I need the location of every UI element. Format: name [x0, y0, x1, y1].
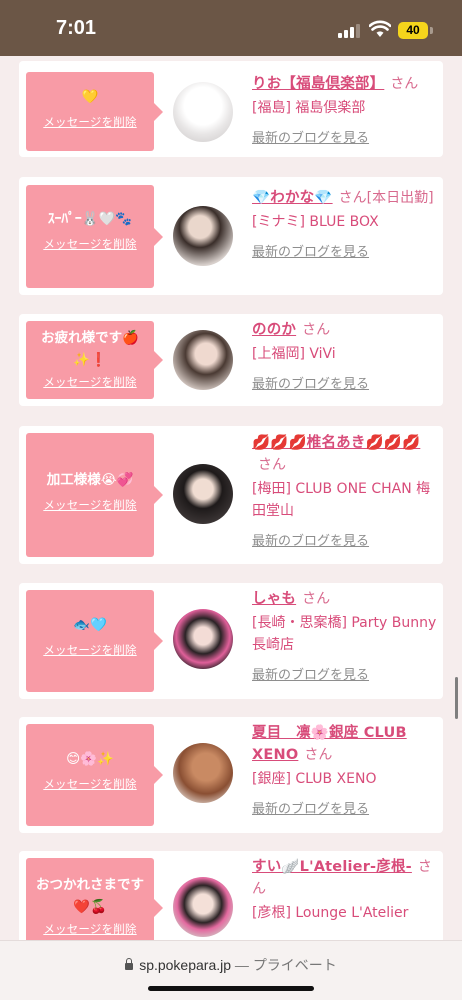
cast-info: ののか さん [上福岡] ViVi 最新のブログを見る [252, 319, 437, 392]
message-text: 😊🌸✨ [66, 751, 114, 767]
lock-icon [125, 958, 134, 970]
shop-name: [ミナミ] BLUE BOX [252, 214, 379, 230]
latest-blog-link[interactable]: 最新のブログを見る [252, 241, 369, 260]
honorific: さん [302, 322, 331, 338]
shop-name: [福島] 福島倶楽部 [252, 100, 366, 116]
shop-name: [彦根] Lounge L'Atelier [252, 905, 409, 921]
latest-blog-link[interactable]: 最新のブログを見る [252, 373, 369, 392]
cast-info: りお【福島倶楽部】 さん [福島] 福島倶楽部 最新のブログを見る [252, 73, 437, 146]
message-bubble: 加工様様😭💞 メッセージを削除 [26, 433, 163, 557]
delete-message-link[interactable]: メッセージを削除 [43, 776, 136, 792]
message-bubble: ｽｰﾊﾟｰ🐰🤍🐾 メッセージを削除 [26, 185, 163, 288]
honorific: さん [302, 591, 331, 607]
status-time: 7:01 [56, 17, 97, 39]
latest-blog-link[interactable]: 最新のブログを見る [252, 798, 369, 817]
cast-name-link[interactable]: すい🪽L'Atelier-彦根- [252, 859, 412, 875]
message-text: おつかれさまです❤️🍒 [36, 877, 144, 915]
cast-name-link[interactable]: りお【福島倶楽部】 [252, 76, 384, 92]
delete-message-link[interactable]: メッセージを削除 [43, 374, 136, 390]
avatar[interactable] [173, 743, 233, 803]
cellular-signal-icon [338, 24, 360, 38]
battery-tip-icon [430, 27, 433, 34]
avatar[interactable] [173, 330, 233, 390]
message-bubble: お疲れ様です🍎✨❗ メッセージを削除 [26, 321, 163, 399]
list-item: 加工様様😭💞 メッセージを削除 💋💋💋椎名あき💋💋💋 さん [梅田] CLUB O… [19, 426, 443, 564]
battery-icon: 40 [398, 22, 428, 39]
browsing-mode: プライベート [252, 957, 337, 973]
cast-info: 夏目 凛🌸銀座 CLUB XENO さん [銀座] CLUB XENO 最新のブロ… [252, 722, 437, 817]
avatar[interactable] [173, 877, 233, 937]
avatar[interactable] [173, 609, 233, 669]
avatar[interactable] [173, 464, 233, 524]
home-indicator[interactable] [148, 986, 314, 991]
latest-blog-link[interactable]: 最新のブログを見る [252, 127, 369, 146]
delete-message-link[interactable]: メッセージを削除 [43, 497, 136, 513]
avatar[interactable] [173, 82, 233, 142]
message-text: 加工様様😭💞 [46, 472, 134, 488]
cast-info: 💎わかな💎 さん[本日出勤] [ミナミ] BLUE BOX 最新のブログを見る [252, 187, 437, 260]
url-separator: — [234, 957, 249, 973]
message-text: 🐟🩵 [73, 617, 107, 633]
honorific: さん [338, 190, 367, 206]
latest-blog-link[interactable]: 最新のブログを見る [252, 530, 369, 549]
cast-info: 💋💋💋椎名あき💋💋💋 さん [梅田] CLUB ONE CHAN 梅田堂山 最新の… [252, 432, 437, 549]
shop-name: [梅田] CLUB ONE CHAN 梅田堂山 [252, 481, 431, 519]
list-item: 🐟🩵 メッセージを削除 しゃも さん [長崎・思案橋] Party Bunny 長… [19, 583, 443, 699]
list-item: 💛 メッセージを削除 りお【福島倶楽部】 さん [福島] 福島倶楽部 最新のブログ… [19, 61, 443, 157]
avatar[interactable] [173, 206, 233, 266]
url-display[interactable]: sp.pokepara.jp — プライベート [0, 955, 462, 975]
message-bubble: おつかれさまです❤️🍒 メッセージを削除 [26, 858, 163, 940]
message-bubble: 😊🌸✨ メッセージを削除 [26, 724, 163, 826]
wifi-icon [369, 20, 391, 37]
cast-name-link[interactable]: 💎わかな💎 [252, 190, 333, 206]
cast-name-link[interactable]: しゃも [252, 591, 296, 607]
cast-info: すい🪽L'Atelier-彦根- さん [彦根] Lounge L'Atelier [252, 856, 437, 924]
message-text: ｽｰﾊﾟｰ🐰🤍🐾 [47, 211, 133, 227]
latest-blog-link[interactable]: 最新のブログを見る [252, 664, 369, 683]
delete-message-link[interactable]: メッセージを削除 [43, 236, 136, 252]
message-text: 💛 [81, 89, 99, 105]
honorific: さん [304, 747, 333, 763]
browser-url-bar[interactable]: sp.pokepara.jp — プライベート [0, 940, 462, 1000]
cast-info: しゃも さん [長崎・思案橋] Party Bunny 長崎店 最新のブログを見る [252, 588, 437, 683]
message-bubble: 🐟🩵 メッセージを削除 [26, 590, 163, 692]
delete-message-link[interactable]: メッセージを削除 [43, 921, 136, 937]
message-list: 💛 メッセージを削除 りお【福島倶楽部】 さん [福島] 福島倶楽部 最新のブログ… [0, 56, 462, 940]
cast-name-link[interactable]: ののか [252, 322, 296, 338]
message-text: お疲れ様です🍎✨❗ [41, 330, 139, 368]
delete-message-link[interactable]: メッセージを削除 [43, 114, 136, 130]
url-domain: sp.pokepara.jp [139, 957, 232, 973]
shop-name: [銀座] CLUB XENO [252, 771, 377, 787]
honorific: さん [258, 457, 286, 473]
cast-name-link[interactable]: 💋💋💋椎名あき💋💋💋 [252, 435, 420, 451]
message-bubble: 💛 メッセージを削除 [26, 72, 163, 151]
list-item: おつかれさまです❤️🍒 メッセージを削除 すい🪽L'Atelier-彦根- さん … [19, 851, 443, 940]
status-bar: 7:01 40 [0, 0, 462, 56]
list-item: お疲れ様です🍎✨❗ メッセージを削除 ののか さん [上福岡] ViVi 最新のブ… [19, 314, 443, 406]
honorific: さん [390, 76, 419, 92]
list-item: ｽｰﾊﾟｰ🐰🤍🐾 メッセージを削除 💎わかな💎 さん[本日出勤] [ミナミ] BL… [19, 177, 443, 295]
scrollbar[interactable] [455, 677, 458, 719]
shop-name: [長崎・思案橋] Party Bunny 長崎店 [252, 615, 437, 653]
list-item: 😊🌸✨ メッセージを削除 夏目 凛🌸銀座 CLUB XENO さん [銀座] CL… [19, 717, 443, 833]
shop-name: [上福岡] ViVi [252, 346, 336, 362]
delete-message-link[interactable]: メッセージを削除 [43, 642, 136, 658]
